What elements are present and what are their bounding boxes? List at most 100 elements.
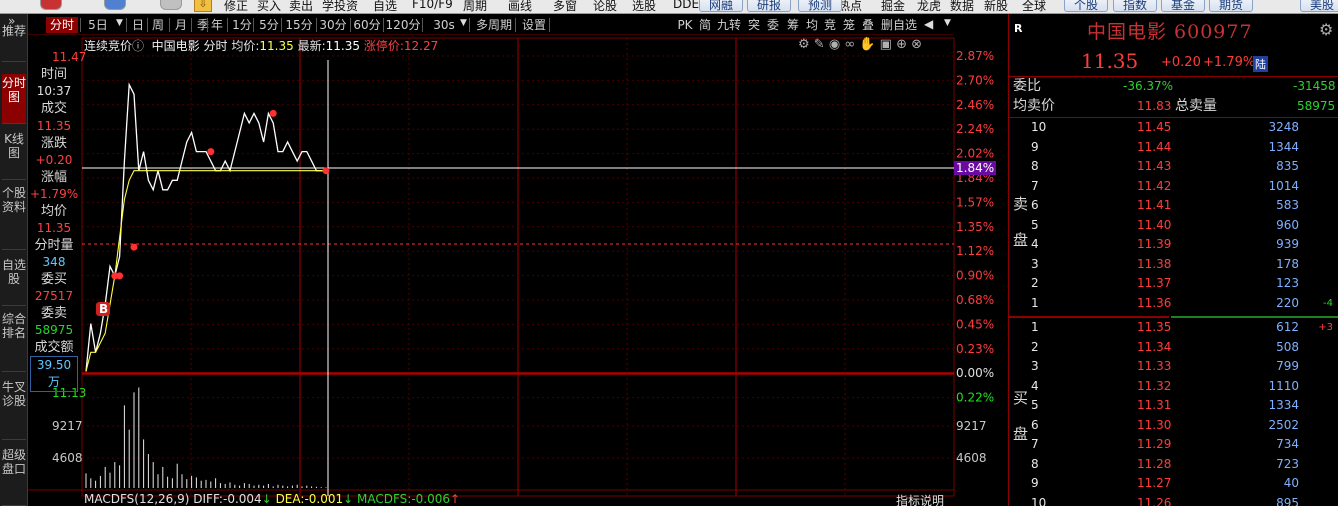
- toolbar-item[interactable]: 数据: [950, 0, 974, 13]
- sell-row[interactable]: 4 11.39 939: [1009, 235, 1338, 254]
- period-tab[interactable]: 5分: [257, 17, 281, 33]
- period-tab[interactable]: 60分: [352, 17, 382, 33]
- period-tab[interactable]: 15分: [284, 17, 314, 33]
- chart-option-tab[interactable]: 突: [746, 17, 762, 33]
- toolbar-item[interactable]: 画线: [508, 0, 532, 13]
- close-icon[interactable]: ⊗: [911, 37, 922, 52]
- period-tab[interactable]: 年: [208, 17, 226, 33]
- toolbar-button[interactable]: 个股: [1064, 0, 1108, 12]
- chart-option-tab[interactable]: 筹: [784, 17, 802, 33]
- toolbar-item[interactable]: 买入: [257, 0, 281, 13]
- buy-row[interactable]: 9 11.27 40: [1009, 474, 1338, 493]
- period-tab[interactable]: 月: [172, 17, 190, 33]
- toolbar-item[interactable]: 自选: [373, 0, 397, 13]
- chart-option-tab[interactable]: 简: [697, 17, 713, 33]
- intraday-chart[interactable]: 2.87% 2.70% 2.46% 2.24% 2.02%1.84% 1.57% 1.35%…: [28, 36, 1028, 506]
- chart-option-tab[interactable]: 删自选: [879, 17, 919, 33]
- toolbar-button[interactable]: 基金: [1161, 0, 1205, 12]
- toolbar-button[interactable]: 预测: [798, 0, 842, 12]
- toolbar-item[interactable]: 修正: [224, 0, 248, 13]
- toolbar-item[interactable]: 选股: [632, 0, 656, 13]
- info-icon[interactable]: ⓘ: [132, 39, 144, 53]
- buy-row[interactable]: 5 11.31 1334: [1009, 396, 1338, 415]
- toolbar-item[interactable]: 龙虎: [917, 0, 941, 13]
- sell-row[interactable]: 6 11.41 583: [1009, 196, 1338, 215]
- buy-row[interactable]: 4 11.32 1110: [1009, 377, 1338, 396]
- sell-row[interactable]: 1 11.36 220 -4: [1009, 294, 1338, 313]
- toolbar-item[interactable]: 周期: [463, 0, 487, 13]
- hand-icon[interactable]: ✋: [859, 37, 875, 52]
- toolbar-item[interactable]: 新股: [984, 0, 1008, 13]
- toolbar-item[interactable]: F10/F9: [412, 0, 453, 13]
- chart-option-tab[interactable]: 均: [804, 17, 820, 33]
- leftnav-item[interactable]: 综合排名: [2, 310, 26, 372]
- eye-icon[interactable]: ◉: [829, 37, 840, 52]
- leftnav-item[interactable]: K线图: [2, 130, 26, 180]
- leftnav-item[interactable]: 牛叉诊股: [2, 378, 26, 440]
- chart-option-tab[interactable]: 九转: [714, 17, 744, 33]
- sell-row[interactable]: 9 11.44 1344: [1009, 138, 1338, 157]
- leftnav-item[interactable]: 推荐: [2, 22, 26, 62]
- expand-icon[interactable]: »: [8, 14, 15, 28]
- leftnav-item[interactable]: 分时图: [2, 74, 26, 124]
- toolbar-item[interactable]: DDE: [673, 0, 699, 13]
- chevron-left-icon[interactable]: ◀: [924, 17, 933, 31]
- toolbar-item[interactable]: 多窗: [553, 0, 577, 13]
- toolbar-item[interactable]: 论股: [593, 0, 617, 13]
- chart-option-tab[interactable]: PK: [676, 17, 694, 33]
- gear-icon[interactable]: ⚙: [1319, 20, 1333, 39]
- buy-row[interactable]: 1 11.35 612 +3: [1009, 318, 1338, 337]
- lock-icon[interactable]: ▣: [880, 37, 892, 52]
- toolbar-button[interactable]: 期货: [1209, 0, 1253, 12]
- toolbar-item[interactable]: 学投资: [322, 0, 358, 13]
- chevron-down-icon[interactable]: ▼: [944, 18, 951, 28]
- leftnav-item[interactable]: 个股资料: [2, 184, 26, 250]
- toolbar-item[interactable]: 掘金: [881, 0, 905, 13]
- chevron-down-icon[interactable]: ▼: [116, 18, 123, 28]
- chart-option-tab[interactable]: 笼: [840, 17, 858, 33]
- sell-row[interactable]: 5 11.40 960: [1009, 216, 1338, 235]
- period-tab[interactable]: 30s: [429, 17, 459, 33]
- chevron-down-icon[interactable]: ▼: [460, 18, 467, 28]
- sell-row[interactable]: 7 11.42 1014: [1009, 177, 1338, 196]
- toolbar-item[interactable]: 全球: [1022, 0, 1046, 13]
- draw-icon[interactable]: ✎: [814, 37, 825, 52]
- period-tab[interactable]: 日: [129, 17, 147, 33]
- toolbar-app-icon[interactable]: [160, 0, 182, 10]
- toolbar-button[interactable]: 网融: [699, 0, 743, 12]
- sell-row[interactable]: 2 11.37 123: [1009, 274, 1338, 293]
- leftnav-item[interactable]: 超级盘口: [2, 446, 26, 506]
- period-tab[interactable]: 多周期: [473, 17, 515, 33]
- chart-option-tab[interactable]: 委: [764, 17, 782, 33]
- buy-row[interactable]: 7 11.29 734: [1009, 435, 1338, 454]
- toolbar-item[interactable]: 卖出: [289, 0, 313, 13]
- period-tab[interactable]: 5日: [84, 17, 112, 33]
- buy-row[interactable]: 6 11.30 2502: [1009, 416, 1338, 435]
- sell-row[interactable]: 10 11.45 3248: [1009, 118, 1338, 137]
- period-tab[interactable]: 1分: [230, 17, 254, 33]
- chart-option-tab[interactable]: 竞: [822, 17, 838, 33]
- sell-row[interactable]: 8 11.43 835: [1009, 157, 1338, 176]
- period-tab[interactable]: 120分: [384, 17, 422, 33]
- buy-row[interactable]: 2 11.34 508: [1009, 338, 1338, 357]
- sell-row[interactable]: 3 11.38 178: [1009, 255, 1338, 274]
- buy-row[interactable]: 3 11.33 799: [1009, 357, 1338, 376]
- loop-icon[interactable]: ∞: [844, 37, 855, 52]
- leftnav-item[interactable]: 自选股: [2, 256, 26, 306]
- buy-row[interactable]: 8 11.28 723: [1009, 455, 1338, 474]
- period-tab[interactable]: 设置: [519, 17, 549, 33]
- toolbar-app-icon[interactable]: [40, 0, 62, 10]
- period-tab[interactable]: 分时: [46, 17, 78, 33]
- toolbar-button[interactable]: 美股: [1300, 0, 1338, 12]
- period-tab[interactable]: 周: [149, 17, 167, 33]
- chart-option-tab[interactable]: 叠: [860, 17, 876, 33]
- indicator-help-button[interactable]: 指标说明: [896, 492, 944, 506]
- period-tab[interactable]: 30分: [318, 17, 348, 33]
- buy-row[interactable]: 10 11.26 895: [1009, 494, 1338, 506]
- toolbar-app-icon[interactable]: [104, 0, 126, 10]
- settings-icon[interactable]: ⚙: [798, 37, 810, 52]
- download-icon[interactable]: ⇩: [194, 0, 212, 12]
- zoom-in-icon[interactable]: ⊕: [896, 37, 907, 52]
- toolbar-button[interactable]: 研报: [747, 0, 791, 12]
- toolbar-button[interactable]: 指数: [1113, 0, 1157, 12]
